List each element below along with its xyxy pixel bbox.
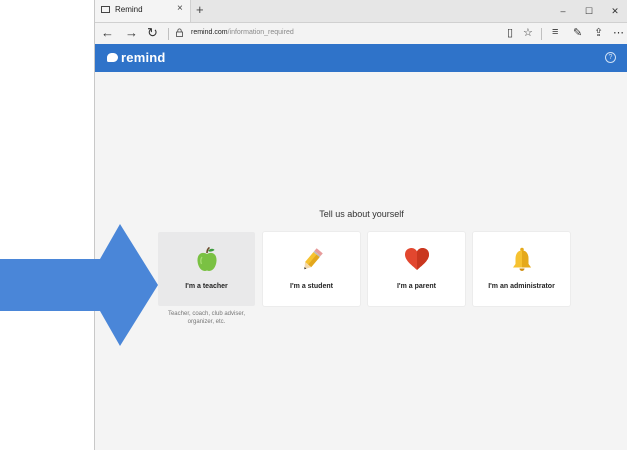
main-content: Tell us about yourself I'm a teacher I'm…	[95, 72, 627, 450]
remind-logo[interactable]: remind	[107, 50, 166, 65]
new-tab-button[interactable]: +	[196, 2, 204, 17]
close-window-button[interactable]: ✕	[602, 0, 627, 22]
url-field[interactable]: remind.com/information_required	[191, 29, 294, 36]
toolbar-separator	[541, 28, 542, 40]
lock-icon	[176, 28, 183, 37]
web-note-icon[interactable]: ✎	[573, 26, 582, 39]
pencil-icon	[263, 247, 360, 273]
url-path: /information_required	[227, 29, 294, 36]
role-card-parent[interactable]: I'm a parent	[368, 232, 465, 306]
reading-view-icon[interactable]: ▯	[507, 26, 513, 39]
browser-tab[interactable]: Remind ×	[95, 0, 191, 22]
address-bar: ← → ↻ remind.com/information_required ▯ …	[95, 23, 627, 44]
browser-window: Remind × + – ☐ ✕ ← → ↻ remind.com/inform…	[94, 0, 627, 450]
maximize-button[interactable]: ☐	[576, 0, 602, 22]
app-header: remind ?	[95, 44, 627, 72]
role-card-administrator[interactable]: I'm an administrator	[473, 232, 570, 306]
tab-close-icon[interactable]: ×	[177, 3, 183, 14]
page-title: Tell us about yourself	[319, 209, 404, 219]
role-label: I'm a parent	[396, 283, 436, 290]
tab-title: Remind	[115, 5, 143, 14]
tab-favicon-icon	[101, 6, 110, 13]
address-separator	[168, 28, 169, 40]
share-icon[interactable]: ⇪	[594, 26, 603, 39]
role-card-student[interactable]: I'm a student	[263, 232, 360, 306]
role-label: I'm an administrator	[488, 283, 555, 290]
bell-icon	[473, 247, 570, 273]
role-card-teacher[interactable]: I'm a teacher	[158, 232, 255, 306]
heart-icon	[368, 247, 465, 273]
more-icon[interactable]: ⋯	[613, 26, 624, 39]
hub-icon[interactable]: ≡	[552, 26, 558, 38]
window-controls: – ☐ ✕	[550, 0, 627, 22]
refresh-icon[interactable]: ↻	[147, 25, 158, 41]
speech-bubble-icon	[107, 53, 118, 62]
pointer-arrow-icon	[0, 224, 158, 346]
role-label: I'm a student	[290, 283, 333, 290]
back-icon[interactable]: ←	[101, 25, 114, 40]
forward-icon[interactable]: →	[125, 25, 138, 40]
role-label: I'm a teacher	[185, 283, 228, 290]
help-icon[interactable]: ?	[605, 52, 616, 63]
url-host: remind.com	[191, 29, 228, 36]
logo-text: remind	[121, 50, 166, 65]
tab-bar: Remind × + – ☐ ✕	[95, 0, 627, 23]
apple-icon	[158, 247, 255, 273]
minimize-button[interactable]: –	[550, 0, 576, 22]
teacher-caption: Teacher, coach, club adviser, organizer,…	[167, 311, 246, 325]
favorite-star-icon[interactable]: ☆	[523, 26, 533, 39]
